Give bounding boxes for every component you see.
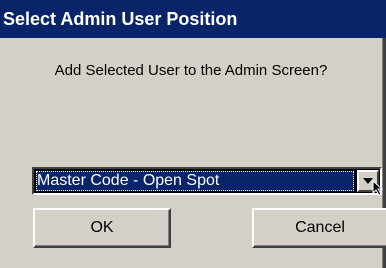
cancel-button[interactable]: Cancel <box>252 208 386 248</box>
ok-button-label: OK <box>90 219 114 236</box>
window-title: Select Admin User Position <box>3 9 238 29</box>
ok-button[interactable]: OK <box>33 208 171 248</box>
dialog-prompt: Add Selected User to the Admin Screen? <box>54 62 328 79</box>
position-select-value: Master Code - Open Spot <box>36 171 354 191</box>
cancel-button-label: Cancel <box>295 219 345 236</box>
mouse-pointer-icon <box>372 180 384 196</box>
title-bar[interactable]: Select Admin User Position <box>0 0 386 38</box>
position-select[interactable]: Master Code - Open Spot <box>32 167 382 195</box>
select-admin-user-position-dialog: Select Admin User Position Add Selected … <box>0 0 386 268</box>
